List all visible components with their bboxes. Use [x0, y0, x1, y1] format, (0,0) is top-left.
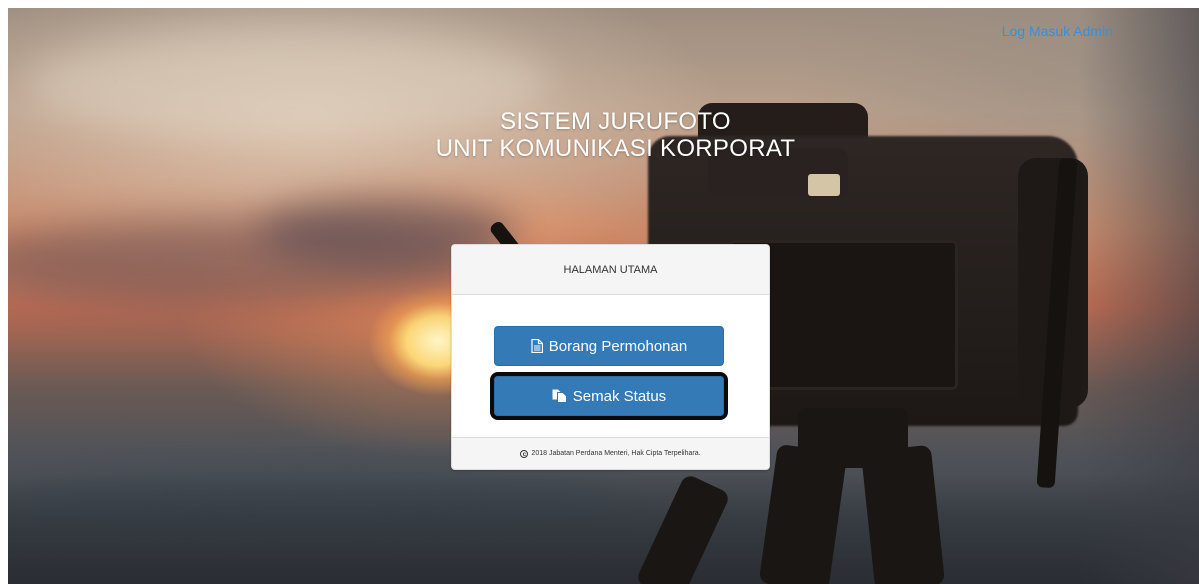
borang-permohonan-label: Borang Permohonan — [548, 337, 688, 355]
title-line-2: UNIT KOMUNIKASI KORPORAT — [435, 135, 796, 162]
copy-icon — [552, 389, 567, 403]
title-line-1: SISTEM JURUFOTO — [500, 108, 731, 135]
main-panel: HALAMAN UTAMA Borang Permohonan Semak St… — [451, 244, 770, 470]
semak-status-label: Semak Status — [572, 387, 667, 405]
file-text-icon — [531, 339, 543, 353]
page-viewport: Log Masuk Admin SISTEM JURUFOTO UNIT KOM… — [8, 8, 1199, 584]
panel-body: Borang Permohonan Semak Status — [452, 295, 769, 437]
bg-vignette — [1079, 8, 1199, 584]
tripod-leg — [860, 444, 946, 584]
semak-status-button[interactable]: Semak Status — [490, 372, 728, 420]
copyright-icon: c — [520, 449, 529, 458]
panel-heading-text: HALAMAN UTAMA — [563, 263, 658, 276]
camera-viewfinder — [808, 174, 840, 196]
panel-heading: HALAMAN UTAMA — [452, 245, 769, 295]
bg-water — [8, 474, 1199, 584]
footer-text: 2018 Jabatan Perdana Menteri, Hak Cipta … — [531, 450, 701, 457]
page-title: SISTEM JURUFOTO UNIT KOMUNIKASI KORPORAT — [8, 108, 1199, 162]
admin-login-link[interactable]: Log Masuk Admin — [1002, 23, 1113, 39]
panel-footer: c 2018 Jabatan Perdana Menteri, Hak Cipt… — [452, 437, 769, 469]
borang-permohonan-button[interactable]: Borang Permohonan — [494, 326, 724, 366]
